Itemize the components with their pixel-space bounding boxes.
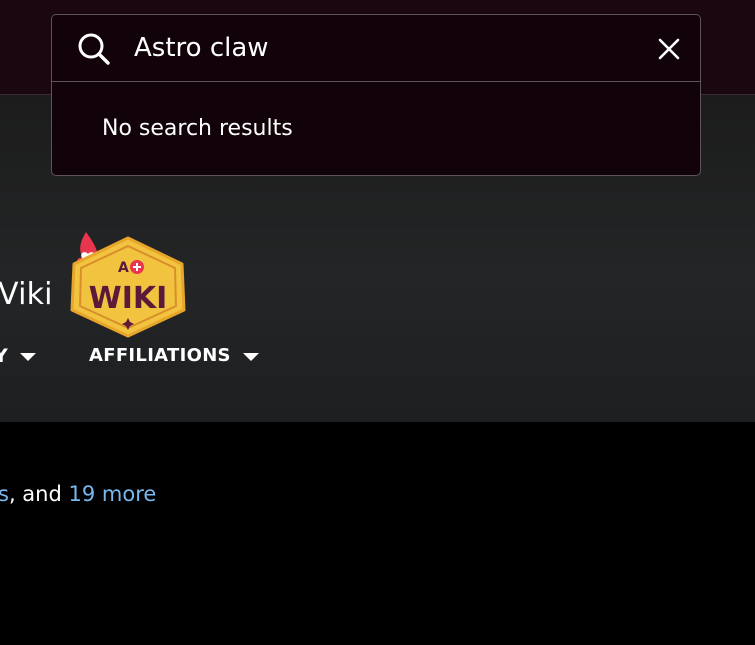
search-input[interactable] — [134, 27, 614, 69]
page: Viki A WIKI Y AFFILIATIONS s, and 19 mor… — [0, 0, 755, 645]
search-bar — [52, 15, 700, 82]
search-icon — [78, 33, 110, 65]
no-results-message: No search results — [102, 116, 293, 141]
connector-text: , and — [8, 482, 69, 506]
more-link[interactable]: 19 more — [69, 482, 157, 506]
search-dropdown: No search results — [51, 14, 701, 176]
contributors-line: s, and 19 more — [0, 479, 156, 509]
chevron-down-icon — [19, 353, 36, 361]
category-link[interactable]: s — [0, 482, 9, 506]
close-icon[interactable] — [656, 36, 682, 62]
logo-word: WIKI — [89, 281, 168, 316]
nav-item-partial-label: Y — [0, 345, 8, 367]
nav-item-partial[interactable]: Y — [0, 343, 36, 369]
chevron-down-icon — [242, 353, 259, 361]
wiki-logo[interactable]: A WIKI — [66, 228, 190, 338]
nav-item-affiliations-label: AFFILIATIONS — [89, 345, 231, 366]
logo-top-text: A — [118, 260, 129, 276]
community-title[interactable]: Viki — [0, 275, 53, 315]
nav-item-affiliations[interactable]: AFFILIATIONS — [89, 343, 259, 369]
